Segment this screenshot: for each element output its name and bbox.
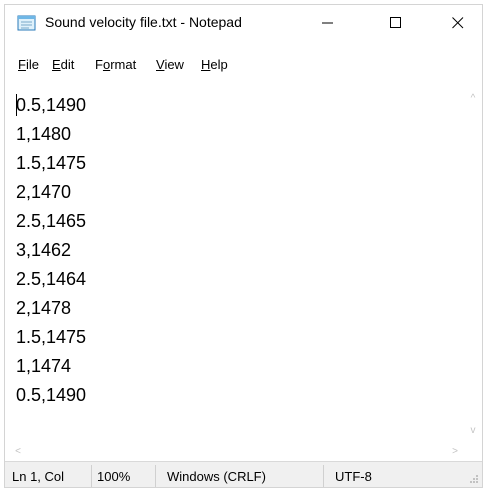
text-line: 1,1480: [16, 124, 72, 144]
menu-bar: File Edit Format View Help: [5, 55, 482, 79]
text-line: 2,1478: [16, 298, 72, 318]
vertical-scrollbar[interactable]: ^ v: [465, 85, 481, 443]
notepad-icon: [17, 14, 37, 31]
menu-help[interactable]: Help: [201, 57, 228, 72]
title-bar[interactable]: Sound velocity file.txt - Notepad: [5, 5, 482, 41]
line-ending: Windows (CRLF): [167, 469, 266, 484]
zoom-level: 100%: [97, 469, 131, 484]
maximize-icon: [390, 17, 401, 28]
scroll-left-icon[interactable]: <: [11, 444, 25, 458]
text-line: 3,1462: [16, 240, 72, 260]
horizontal-scrollbar[interactable]: < >: [8, 443, 465, 459]
scroll-up-icon[interactable]: ^: [466, 91, 480, 105]
status-bar: Ln 1, Col 100% Windows (CRLF) UTF-8: [5, 461, 482, 487]
menu-file-label: ile: [25, 57, 39, 72]
window-title: Sound velocity file.txt - Notepad: [45, 14, 242, 30]
encoding: UTF-8: [335, 469, 372, 484]
text-line: 0.5,1490: [16, 385, 87, 405]
text-line: 2.5,1464: [16, 269, 87, 289]
status-divider: [91, 465, 92, 487]
notepad-window: Sound velocity file.txt - Notepad File E…: [4, 4, 483, 488]
cursor-position: Ln 1, Col: [12, 469, 65, 484]
menu-edit[interactable]: Edit: [52, 57, 74, 72]
minimize-button[interactable]: [305, 5, 351, 41]
status-divider: [323, 465, 324, 487]
status-divider: [155, 465, 156, 487]
maximize-button[interactable]: [373, 5, 419, 41]
text-line: 2,1470: [16, 182, 72, 202]
menu-file-mnemonic: F: [18, 57, 26, 72]
menu-file[interactable]: File: [18, 57, 39, 72]
menu-edit-label: dit: [60, 57, 75, 72]
scroll-down-icon[interactable]: v: [466, 423, 480, 437]
menu-edit-mnemonic: E: [52, 57, 61, 72]
menu-view-label: iew: [164, 57, 184, 72]
minimize-icon: [322, 22, 333, 24]
text-line: 1,1474: [16, 356, 72, 376]
menu-format-label: rmat: [110, 57, 137, 72]
text-line: 1.5,1475: [16, 327, 87, 347]
menu-help-mnemonic: H: [201, 57, 211, 72]
close-button[interactable]: [435, 5, 481, 41]
menu-help-label: elp: [210, 57, 228, 72]
text-line: 0.5,1490: [16, 95, 87, 115]
text-editor[interactable]: 0.5,1490 1,1480 1.5,1475 2,1470 2.5,1465…: [8, 85, 465, 443]
text-line: 1.5,1475: [16, 153, 87, 173]
resize-grip-icon[interactable]: [469, 474, 479, 484]
menu-view[interactable]: View: [156, 57, 184, 72]
close-icon: [452, 17, 464, 29]
menu-format-prefix: F: [95, 57, 103, 72]
menu-format[interactable]: Format: [95, 57, 136, 72]
text-line: 2.5,1465: [16, 211, 87, 231]
scroll-right-icon[interactable]: >: [448, 444, 462, 458]
